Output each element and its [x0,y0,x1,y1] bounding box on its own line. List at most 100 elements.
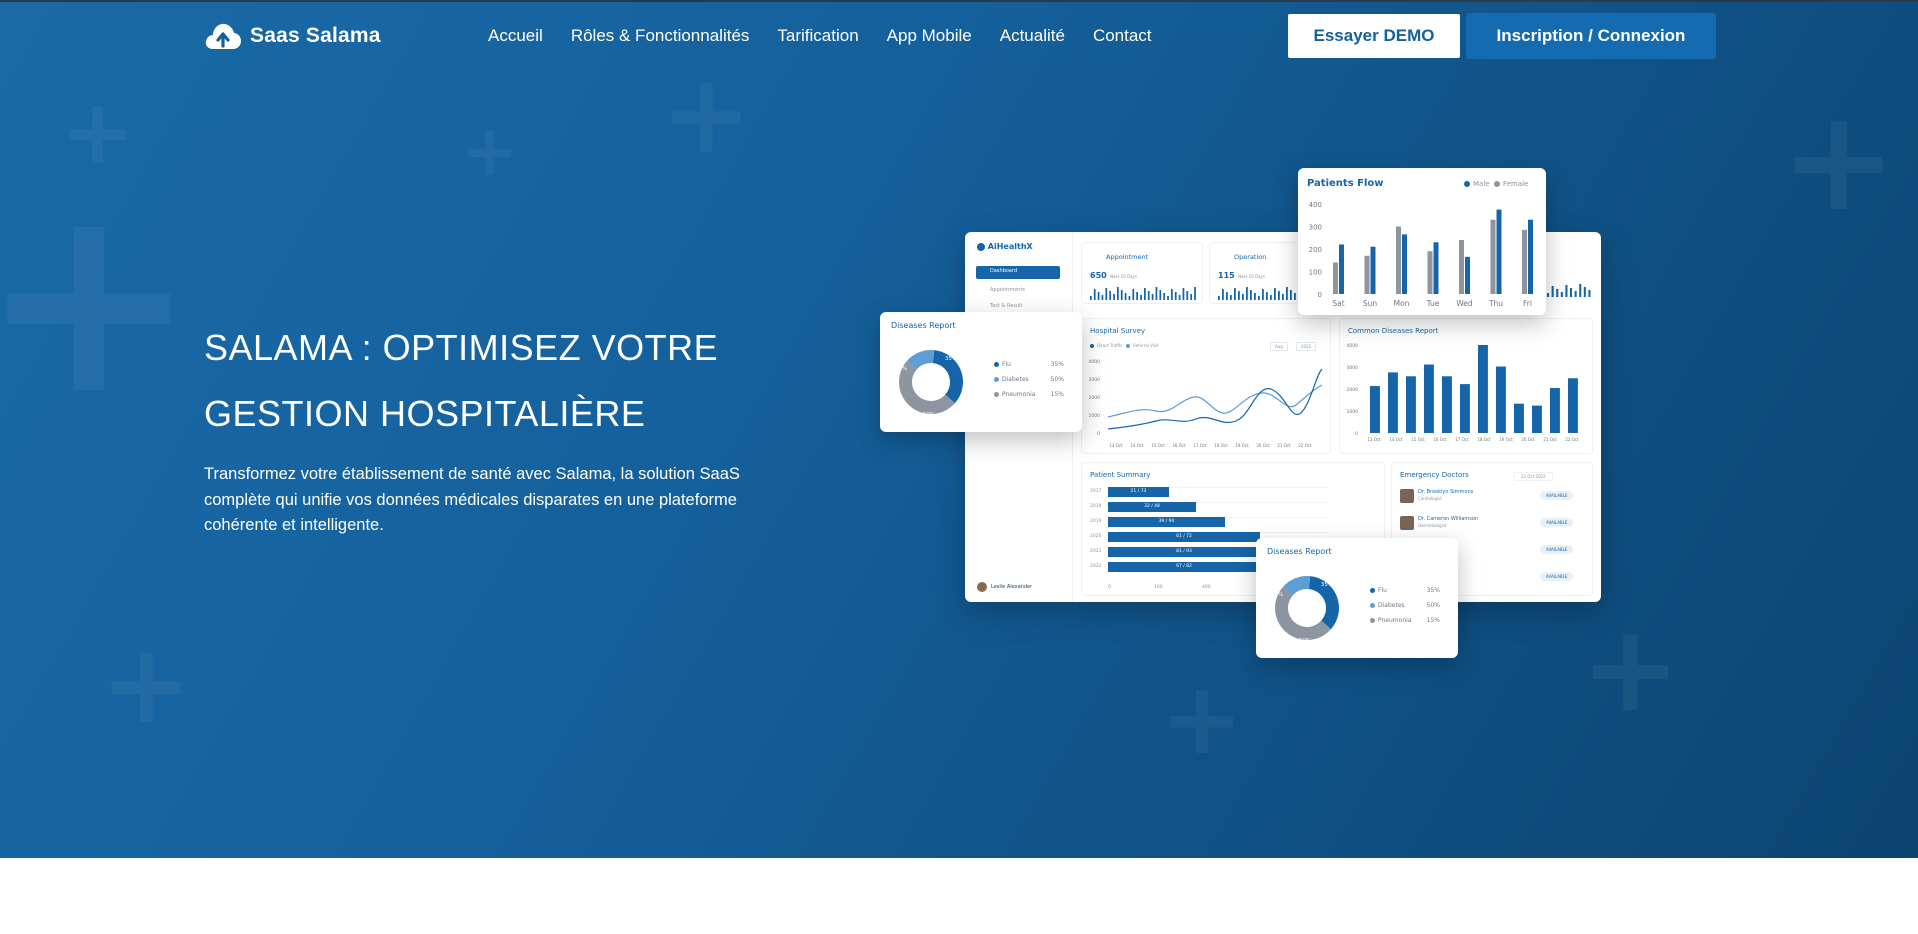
nav-link-tarification[interactable]: Tarification [777,26,858,46]
legend-pct: 35% [1050,361,1064,368]
diseases-y-tick: 2000 [1347,387,1359,393]
diseases-y-tick: 3000 [1347,365,1359,371]
flow-x-tick: Wed [1456,299,1473,308]
hero-description: Transformez votre établissement de santé… [204,465,740,534]
flow-bar-male [1370,246,1376,294]
spark-bar [1579,284,1582,297]
spark-bar [1574,291,1577,297]
year-filter[interactable]: 2022 [1296,342,1317,351]
legend-dot-icon [994,377,999,382]
summary-year: 2019 [1090,519,1102,524]
month-filter[interactable]: Aug [1270,342,1288,351]
patients-flow-chart: 400 300 200 100 0 Sat Sun Mon Tue Wed Thu Fri [1309,201,1533,308]
avatar [977,582,987,592]
spark-bar [1588,290,1591,297]
nav-link-accueil[interactable]: Accueil [488,26,543,46]
diseases-x-tick: 22 Oct [1565,437,1579,442]
spark-bar [1113,294,1115,300]
hospital-survey-title: Hospital Survey [1090,327,1146,335]
hero-title: SALAMA : OPTIMISEZ VOTRE GESTION HOSPITA… [204,315,824,447]
survey-x-tick: 20 Oct [1256,443,1270,448]
flow-bar-male [1465,256,1470,294]
emergency-doctors-title: Emergency Doctors [1400,471,1469,479]
status-badge: AVAILABLE [1540,545,1574,554]
legend-pct: 50% [1426,602,1440,609]
spark-bar [1250,290,1252,300]
spark-bar [1570,288,1573,297]
mockup-app-name: AiHealthX [977,242,1033,251]
spark-bar [1090,296,1092,300]
sidebar-item-appointments[interactable]: Appointments [990,287,1025,293]
spark-bar [1171,289,1173,300]
spark-bar [1556,289,1559,297]
nav-link-app-mobile[interactable]: App Mobile [887,26,972,46]
legend-female: Female [1503,180,1529,188]
diseases-x-tick: 17 Oct [1455,437,1469,442]
flow-x-tick: Sun [1363,299,1378,308]
summary-year: 2022 [1090,564,1102,569]
nav-link-contact[interactable]: Contact [1093,26,1152,46]
donut-label: 50% [1299,638,1311,644]
donut-label: 35% [945,356,957,362]
spark-bar [1222,289,1224,300]
brand-logo[interactable]: Saas Salama [204,21,381,51]
operation-label: Operation [1234,253,1267,261]
diseases-x-tick: 13 Oct [1367,437,1381,442]
flow-x-tick: Fri [1523,299,1532,308]
spark-bar [1120,290,1123,300]
spark-bar [1551,286,1554,297]
spark-bar [1163,293,1166,300]
hospital-survey-legend: Direct Traffic Referral Visit [1090,343,1159,348]
flow-y-tick: 0 [1318,291,1322,299]
survey-line-referral [1107,384,1323,418]
spark-bar [1147,291,1150,300]
common-diseases-panel: Common Diseases Report 4000 3000 2000 1000 0… [1339,318,1593,454]
summary-bar: 81 / 93 [1108,547,1260,557]
demo-button[interactable]: Essayer DEMO [1288,14,1460,58]
doctor-name[interactable]: Dr. Cameron Williamson [1418,516,1478,522]
survey-line-direct [1107,368,1323,430]
hero-title-line-2: GESTION HOSPITALIÈRE [204,393,646,434]
diseases-report-title: Diseases Report [1267,547,1332,556]
diseases-x-tick: 20 Oct [1521,437,1535,442]
diseases-x-tick: 15 Oct [1411,437,1425,442]
spark-bar [1109,291,1112,300]
summary-x-tick: 0 [1108,585,1111,590]
spark-bar [1258,296,1260,300]
cloud-upload-icon [205,23,241,49]
disease-bar [1532,405,1542,433]
legend-male: Male [1473,180,1490,188]
disease-bar [1424,364,1434,433]
emergency-date-filter[interactable]: 22 Oct 2022 [1514,472,1553,481]
spark-bar [1136,292,1139,300]
spark-bar [1140,295,1142,300]
flow-y-tick: 200 [1309,246,1322,254]
flow-x-tick: Sat [1332,299,1344,308]
legend-name: Diabetes [1002,376,1029,383]
nav-link-actualite[interactable]: Actualité [1000,26,1065,46]
doctor-name[interactable]: Dr. Brooklyn Simmons [1418,489,1473,495]
diseases-y-tick: 1000 [1347,409,1359,415]
spark-bar [1124,293,1127,300]
patient-summary-title: Patient Summary [1090,471,1151,479]
flow-y-tick: 100 [1309,269,1322,277]
nav-link-roles[interactable]: Rôles & Fonctionnalités [571,26,750,46]
survey-x-tick: 18 Oct [1214,443,1228,448]
mockup-app-title: AiHealthX [987,242,1033,251]
spark-bar [1101,295,1104,300]
spark-bar [1174,292,1177,300]
sidebar-item-test-result[interactable]: Test & Result [990,303,1022,309]
diseases-y-tick: 4000 [1347,343,1359,349]
flow-y-tick: 400 [1309,201,1322,209]
survey-y-tick: 4000 [1089,359,1101,365]
operation-value: 115 [1218,271,1235,280]
flow-bar-female [1427,251,1433,294]
survey-x-tick: 19 Oct [1235,443,1249,448]
heart-shield-icon [977,242,985,251]
summary-bar: 39 / 94 [1108,517,1225,527]
sidebar-item-dashboard[interactable]: Dashboard [976,266,1060,279]
spark-bar [1128,296,1131,300]
survey-x-tick: 22 Oct [1298,443,1312,448]
spark-bar [1155,287,1158,300]
login-button[interactable]: Inscription / Connexion [1466,13,1716,59]
